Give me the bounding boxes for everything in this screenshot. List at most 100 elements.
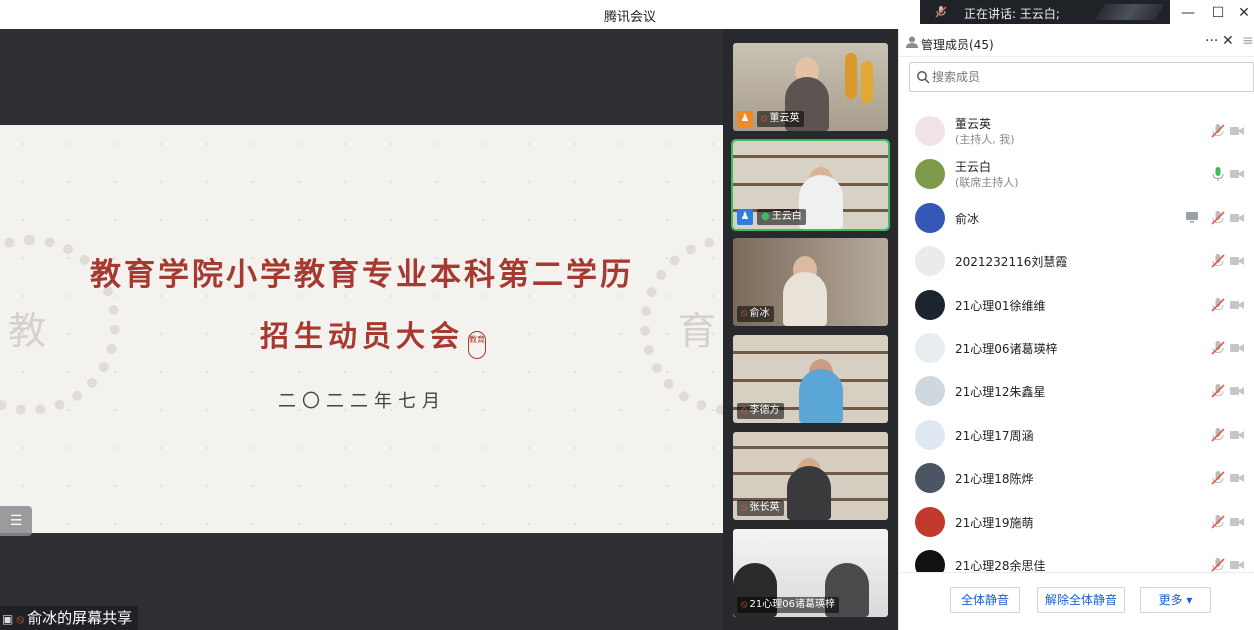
video-tile[interactable]: ♟ ⦸ 董云英 [733, 43, 888, 131]
search-input[interactable] [932, 67, 1232, 87]
camera-off-icon[interactable] [1229, 168, 1245, 180]
search-icon [917, 71, 930, 84]
member-row[interactable]: 2021232116刘慧霞 [899, 239, 1254, 282]
mic-muted-icon[interactable] [1210, 340, 1226, 356]
slide-side-char-left: 教 [8, 309, 47, 353]
member-name: 2021232116刘慧霞 [955, 255, 1068, 270]
close-window-button[interactable]: ✕ [1232, 3, 1254, 23]
camera-off-icon[interactable] [1229, 516, 1245, 528]
video-tile[interactable]: ⦸ 21心理06诸葛瑛梓 [733, 529, 888, 617]
member-row[interactable]: 董云英 (主持人, 我) [899, 109, 1254, 152]
cohost-badge-icon: ♟ [737, 209, 753, 225]
mic-muted-icon[interactable] [1210, 557, 1226, 573]
mic-on-icon[interactable] [1210, 166, 1226, 182]
video-tile-active[interactable]: ♟ ● 王云白 [731, 139, 890, 231]
decor-leaf [845, 53, 857, 99]
camera-off-icon[interactable] [1229, 472, 1245, 484]
screen-share-icon: ▣ [2, 612, 14, 626]
mic-muted-icon: ⦸ [741, 599, 748, 610]
member-row[interactable]: 21心理19施萌 [899, 500, 1254, 543]
member-name: 董云英 [955, 117, 992, 131]
member-name: 21心理17周涵 [955, 428, 1034, 443]
avatar [915, 202, 945, 233]
maximize-button[interactable]: ☐ [1206, 3, 1230, 23]
member-row[interactable]: 王云白 (联席主持人) [899, 152, 1254, 195]
video-tile[interactable]: ⦸ 李德方 [733, 335, 888, 423]
more-options-button[interactable]: ··· [1205, 33, 1218, 49]
camera-off-icon[interactable] [1229, 125, 1245, 137]
avatar [915, 333, 945, 363]
camera-off-icon[interactable] [1229, 212, 1245, 224]
speaking-decoration [1095, 4, 1165, 20]
mic-muted-icon: ⦸ [741, 502, 748, 513]
camera-off-icon[interactable] [1229, 559, 1245, 571]
speaking-text: 正在讲话: 王云白; [964, 7, 1060, 21]
mic-muted-icon[interactable] [1210, 210, 1226, 226]
mic-muted-icon[interactable] [1210, 123, 1226, 139]
more-button[interactable]: 更多 ▾ [1140, 587, 1211, 613]
slide-title: 教育学院小学教育专业本科第二学历 [90, 257, 634, 293]
unmute-all-button[interactable]: 解除全体静音 [1037, 587, 1125, 613]
slide-date: 二〇二二年七月 [278, 391, 446, 412]
panel-title: 管理成员(45) [921, 38, 994, 52]
camera-off-icon[interactable] [1229, 299, 1245, 311]
list-icon: ☰ [9, 513, 23, 529]
title-bar: 腾讯会议 正在讲话: 王云白; — ☐ ✕ [0, 0, 1254, 29]
camera-off-icon[interactable] [1229, 255, 1245, 267]
mic-muted-icon[interactable] [1210, 253, 1226, 269]
presentation-slide: 教 育 教育学院小学教育专业本科第二学历 招生动员大会 教育 二〇二二年七月 [0, 125, 723, 533]
member-name: 21心理18陈烨 [955, 472, 1034, 487]
video-tile[interactable]: ⦸ 张长英 [733, 432, 888, 520]
list-toggle-button[interactable]: ☰ [0, 506, 32, 536]
bookshelf [733, 351, 888, 354]
member-search[interactable] [909, 62, 1254, 92]
mic-muted-icon: ⦸ [741, 308, 748, 319]
avatar [915, 506, 945, 537]
member-row[interactable]: 21心理18陈烨 [899, 456, 1254, 499]
mic-muted-icon[interactable] [1210, 514, 1226, 530]
member-name: 21心理19施萌 [955, 515, 1034, 530]
video-tile-name: ⦸ 张长英 [737, 500, 784, 516]
mic-muted-icon [935, 6, 947, 18]
close-panel-button[interactable]: ✕ [1222, 33, 1234, 49]
member-panel: 管理成员(45) ··· ✕ ≡ 董云英 (主持人, 我) 王云白(联席主持人) 俞冰… [898, 29, 1254, 630]
mic-muted-icon: ⦸ [16, 612, 25, 626]
avatar [915, 246, 945, 277]
camera-off-icon[interactable] [1229, 342, 1245, 354]
avatar [915, 159, 945, 190]
bookshelf [733, 446, 888, 449]
app-title: 腾讯会议 [603, 10, 656, 25]
mic-muted-icon[interactable] [1210, 470, 1226, 486]
camera-off-icon[interactable] [1229, 385, 1245, 397]
member-name: 21心理06诸葛瑛梓 [955, 342, 1058, 356]
video-gallery: ♟ ⦸ 董云英 ♟ ● 王云白 ⦸ 俞冰 ⦸ 李德方 ⦸ 张长英 ⦸ 21心理0… [723, 29, 898, 630]
member-row[interactable]: 俞冰 [899, 196, 1254, 239]
camera-off-icon[interactable] [1229, 429, 1245, 441]
screen-share-icon [1186, 211, 1198, 223]
avatar [915, 419, 945, 450]
video-tile-name: ⦸ 董云英 [757, 111, 804, 127]
mic-muted-icon[interactable] [1210, 427, 1226, 443]
member-name: 21心理01徐维维 [955, 298, 1046, 313]
member-name: 21心理12朱鑫星 [955, 385, 1046, 400]
decor-leaf [861, 61, 873, 103]
member-row[interactable]: 21心理17周涵 [899, 413, 1254, 456]
mic-muted-icon[interactable] [1210, 297, 1226, 313]
slide-side-char-right: 育 [678, 309, 717, 353]
panel-footer: 全体静音 解除全体静音 更多 ▾ [899, 572, 1254, 630]
member-row[interactable]: 21心理01徐维维 [899, 283, 1254, 326]
minimize-button[interactable]: — [1176, 3, 1200, 23]
avatar [915, 376, 945, 407]
mic-muted-icon: ⦸ [761, 113, 768, 124]
shared-screen-area: 教 育 教育学院小学教育专业本科第二学历 招生动员大会 教育 二〇二二年七月 ☰ [0, 29, 723, 630]
video-tile[interactable]: ⦸ 俞冰 [733, 238, 888, 326]
menu-icon[interactable]: ≡ [1242, 33, 1254, 49]
member-row[interactable]: 21心理06诸葛瑛梓 [899, 326, 1254, 369]
mute-all-button[interactable]: 全体静音 [950, 587, 1020, 613]
participant-body [787, 466, 831, 520]
mic-muted-icon[interactable] [1210, 383, 1226, 399]
video-tile-name: ⦸ 李德方 [737, 403, 784, 419]
participant-body [799, 369, 843, 423]
member-row[interactable]: 21心理12朱鑫星 [899, 369, 1254, 412]
video-tile-name: ⦸ 21心理06诸葛瑛梓 [737, 597, 839, 613]
